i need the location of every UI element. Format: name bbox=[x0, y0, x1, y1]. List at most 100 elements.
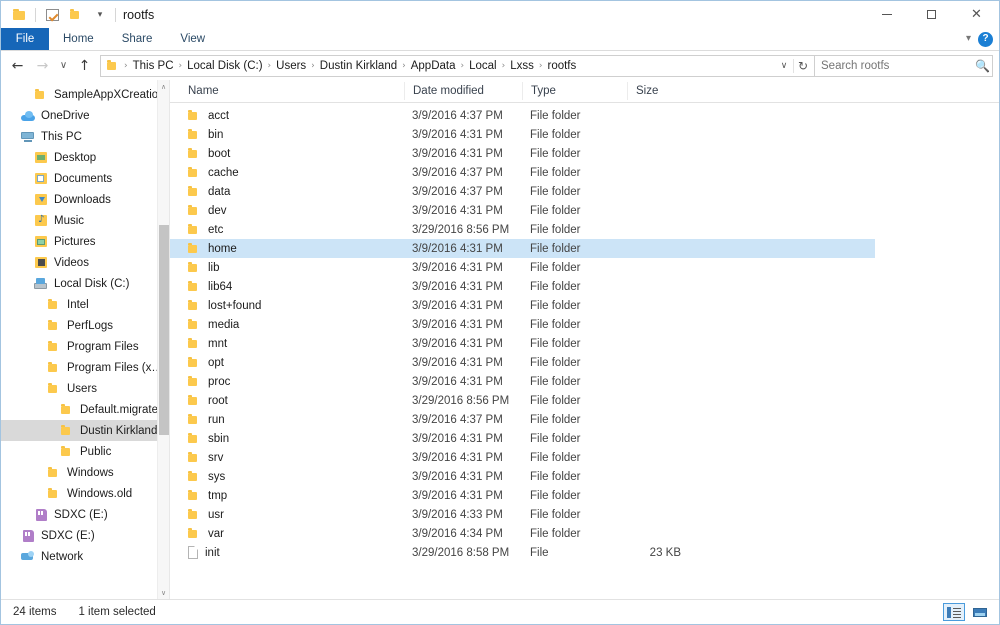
tab-file[interactable]: File bbox=[1, 28, 49, 50]
table-row[interactable]: bin 3/9/2016 4:31 PM File folder bbox=[170, 125, 999, 144]
tab-home[interactable]: Home bbox=[49, 28, 108, 50]
table-row[interactable]: var 3/9/2016 4:34 PM File folder bbox=[170, 524, 999, 543]
sidebar-item-sampleappxcreation[interactable]: SampleAppXCreation bbox=[1, 84, 169, 105]
breadcrumb-item-rootfs[interactable]: rootfs bbox=[543, 56, 580, 76]
breadcrumb-item-lxss[interactable]: Lxss bbox=[506, 56, 538, 76]
sidebar-item-dustin-kirkland[interactable]: Dustin Kirkland bbox=[1, 420, 169, 441]
table-row[interactable]: usr 3/9/2016 4:33 PM File folder bbox=[170, 505, 999, 524]
table-row[interactable]: home 3/9/2016 4:31 PM File folder bbox=[170, 239, 875, 258]
column-header-size[interactable]: Size bbox=[627, 82, 699, 100]
sidebar-item-downloads[interactable]: Downloads bbox=[1, 189, 169, 210]
sidebar-item-local-disk-c[interactable]: Local Disk (C:) bbox=[1, 273, 169, 294]
minimize-button[interactable] bbox=[864, 1, 909, 28]
sidebar-item-windows-old[interactable]: Windows.old bbox=[1, 483, 169, 504]
navigation-pane: SampleAppXCreation OneDrive This PC Desktop… bbox=[1, 80, 170, 599]
table-row[interactable]: proc 3/9/2016 4:31 PM File folder bbox=[170, 372, 999, 391]
column-header-type[interactable]: Type bbox=[522, 82, 627, 100]
sidebar-item-label: Program Files (x86) bbox=[67, 361, 165, 374]
help-button[interactable]: ? bbox=[978, 31, 993, 47]
sidebar-item-label: Local Disk (C:) bbox=[54, 277, 130, 290]
sidebar-item-network[interactable]: Network bbox=[1, 546, 169, 567]
sidebar-item-this-pc[interactable]: This PC bbox=[1, 126, 169, 147]
close-button[interactable]: ✕ bbox=[954, 1, 999, 28]
sidebar-item-intel[interactable]: Intel bbox=[1, 294, 169, 315]
search-box[interactable]: 🔍 bbox=[815, 54, 993, 77]
cell-name: run bbox=[180, 414, 404, 426]
sidebar-item-program-files[interactable]: Program Files bbox=[1, 336, 169, 357]
breadcrumb-item-users[interactable]: Users bbox=[272, 56, 310, 76]
table-row[interactable]: data 3/9/2016 4:37 PM File folder bbox=[170, 182, 999, 201]
tab-view[interactable]: View bbox=[166, 28, 219, 50]
table-row[interactable]: root 3/29/2016 8:56 PM File folder bbox=[170, 391, 999, 410]
breadcrumb-item-this-pc[interactable]: This PC bbox=[129, 56, 178, 76]
up-button[interactable]: ↑ bbox=[72, 54, 97, 78]
table-row[interactable]: srv 3/9/2016 4:31 PM File folder bbox=[170, 448, 999, 467]
breadcrumb-item-appdata[interactable]: AppData bbox=[407, 56, 460, 76]
file-name-label: tmp bbox=[208, 489, 228, 502]
sidebar-item-videos[interactable]: Videos bbox=[1, 252, 169, 273]
breadcrumb-item-local[interactable]: Local bbox=[465, 56, 501, 76]
table-row[interactable]: init 3/29/2016 8:58 PM File 23 KB bbox=[170, 543, 999, 562]
details-view-button[interactable] bbox=[943, 603, 965, 621]
table-row[interactable]: cache 3/9/2016 4:37 PM File folder bbox=[170, 163, 999, 182]
sidebar-item-desktop[interactable]: Desktop bbox=[1, 147, 169, 168]
table-row[interactable]: lib64 3/9/2016 4:31 PM File folder bbox=[170, 277, 999, 296]
cell-date-modified: 3/9/2016 4:31 PM bbox=[412, 128, 503, 141]
tab-share[interactable]: Share bbox=[108, 28, 167, 50]
sidebar-item-music[interactable]: Music bbox=[1, 210, 169, 231]
table-row[interactable]: etc 3/29/2016 8:56 PM File folder bbox=[170, 220, 999, 239]
column-header-date-modified[interactable]: Date modified bbox=[404, 82, 522, 100]
table-row[interactable]: acct 3/9/2016 4:37 PM File folder bbox=[170, 106, 999, 125]
table-row[interactable]: sys 3/9/2016 4:31 PM File folder bbox=[170, 467, 999, 486]
file-name-label: usr bbox=[208, 508, 224, 521]
refresh-icon[interactable]: ↻ bbox=[793, 58, 812, 73]
scrollbar-thumb[interactable] bbox=[159, 225, 169, 435]
maximize-button[interactable] bbox=[909, 1, 954, 28]
search-input[interactable] bbox=[821, 59, 975, 72]
folder-icon[interactable] bbox=[9, 5, 29, 25]
quick-access-toolbar: ▾ bbox=[1, 5, 110, 25]
back-button[interactable]: ← bbox=[5, 54, 30, 78]
table-row[interactable]: media 3/9/2016 4:31 PM File folder bbox=[170, 315, 999, 334]
sidebar-item-documents[interactable]: Documents bbox=[1, 168, 169, 189]
sidebar-item-perflogs[interactable]: PerfLogs bbox=[1, 315, 169, 336]
table-row[interactable]: dev 3/9/2016 4:31 PM File folder bbox=[170, 201, 999, 220]
breadcrumb-item-dustin-kirkland[interactable]: Dustin Kirkland bbox=[316, 56, 401, 76]
sidebar-item-default-migrated[interactable]: Default.migrated bbox=[1, 399, 169, 420]
sidebar-item-sdxc-e[interactable]: SDXC (E:) bbox=[1, 525, 169, 546]
sidebar-item-sdxc-e[interactable]: SDXC (E:) bbox=[1, 504, 169, 525]
sidebar-item-onedrive[interactable]: OneDrive bbox=[1, 105, 169, 126]
large-icons-view-button[interactable] bbox=[969, 603, 991, 621]
table-row[interactable]: lost+found 3/9/2016 4:31 PM File folder bbox=[170, 296, 999, 315]
recent-locations-button[interactable]: ∨ bbox=[55, 54, 72, 78]
column-header-name[interactable]: Name bbox=[180, 82, 404, 100]
desktop-folder-icon bbox=[33, 152, 49, 163]
sidebar-item-pictures[interactable]: Pictures bbox=[1, 231, 169, 252]
expand-ribbon-chevron-icon[interactable]: ▾ bbox=[966, 34, 971, 44]
breadcrumb-item-local-disk[interactable]: Local Disk (C:) bbox=[183, 56, 266, 76]
breadcrumb[interactable]: › This PC › Local Disk (C:) › Users › Du… bbox=[100, 54, 815, 77]
table-row[interactable]: boot 3/9/2016 4:31 PM File folder bbox=[170, 144, 999, 163]
cell-date-modified: 3/29/2016 8:58 PM bbox=[412, 546, 510, 559]
forward-button[interactable]: → bbox=[30, 54, 55, 78]
table-row[interactable]: opt 3/9/2016 4:31 PM File folder bbox=[170, 353, 999, 372]
table-row[interactable]: lib 3/9/2016 4:31 PM File folder bbox=[170, 258, 999, 277]
large-icons-view-icon bbox=[973, 607, 987, 618]
sidebar-item-public[interactable]: Public bbox=[1, 441, 169, 462]
sidebar-item-windows[interactable]: Windows bbox=[1, 462, 169, 483]
folder-icon bbox=[188, 243, 201, 254]
new-folder-icon[interactable] bbox=[66, 5, 86, 25]
sidebar-item-users[interactable]: Users bbox=[1, 378, 169, 399]
breadcrumb-dropdown-icon[interactable]: ∨ bbox=[775, 61, 793, 71]
scroll-down-icon[interactable]: ∨ bbox=[158, 586, 169, 599]
properties-checkbox-icon[interactable] bbox=[42, 5, 62, 25]
cell-name: init bbox=[180, 546, 404, 559]
table-row[interactable]: sbin 3/9/2016 4:31 PM File folder bbox=[170, 429, 999, 448]
customize-chevron-icon[interactable]: ▾ bbox=[90, 5, 110, 25]
scroll-up-icon[interactable]: ∧ bbox=[158, 80, 169, 93]
table-row[interactable]: run 3/9/2016 4:37 PM File folder bbox=[170, 410, 999, 429]
table-row[interactable]: mnt 3/9/2016 4:31 PM File folder bbox=[170, 334, 999, 353]
sidebar-item-program-files-x86[interactable]: Program Files (x86) bbox=[1, 357, 169, 378]
table-row[interactable]: tmp 3/9/2016 4:31 PM File folder bbox=[170, 486, 999, 505]
sidebar-scrollbar[interactable]: ∧ ∨ bbox=[157, 80, 169, 599]
